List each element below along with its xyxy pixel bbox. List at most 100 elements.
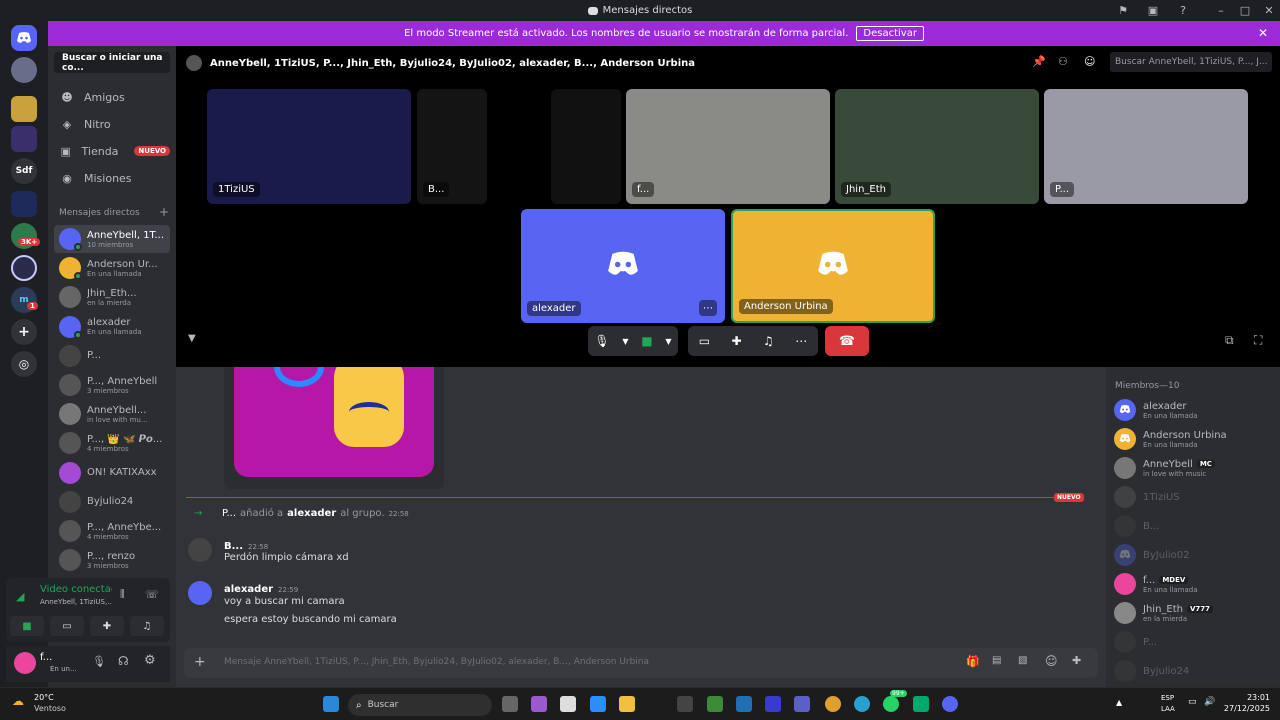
home-button[interactable] xyxy=(11,25,37,51)
member-item[interactable]: f... MDEV En una llamada xyxy=(1114,570,1276,598)
video-tile[interactable]: Jhin_Eth xyxy=(835,89,1039,204)
help-icon[interactable]: ? xyxy=(1176,3,1190,17)
weather-icon[interactable]: ☁ xyxy=(12,694,24,708)
nav-item-shop[interactable]: ▣ Tienda NUEVO xyxy=(54,139,170,163)
avatar[interactable] xyxy=(188,581,212,605)
minimize-button[interactable]: – xyxy=(1214,3,1228,17)
chevron-down-icon[interactable]: ▼ xyxy=(665,337,671,346)
apps-icon[interactable]: ✚ xyxy=(1072,654,1081,667)
headphones-icon[interactable]: ☊ xyxy=(118,654,129,668)
close-button[interactable]: ✕ xyxy=(1262,3,1276,17)
dm-item[interactable]: P..., AnneYbell 3 miembros xyxy=(54,371,170,399)
video-tile[interactable]: B... xyxy=(417,89,487,204)
settings-gear-icon[interactable]: ⚙ xyxy=(144,653,156,668)
chevron-up-icon[interactable]: ▲ xyxy=(1116,698,1122,707)
dm-item[interactable]: AnneYbell... in love with mu... xyxy=(54,400,170,428)
minecraft-icon[interactable] xyxy=(707,696,723,712)
members-icon[interactable]: ☺ xyxy=(1084,55,1095,68)
inbox-flag-icon[interactable]: ⚑ xyxy=(1116,3,1130,17)
dm-item[interactable]: P..., AnneYbe... 4 miembros xyxy=(54,517,170,545)
member-item[interactable]: B... xyxy=(1114,512,1276,540)
microphone-icon[interactable]: 🎙 xyxy=(594,334,609,348)
screen-share-button[interactable]: ▭ xyxy=(50,616,84,636)
discover-icon[interactable]: ◎ xyxy=(11,351,37,377)
activities-button[interactable]: ✚ xyxy=(90,616,124,636)
system-actor[interactable]: P... xyxy=(222,508,236,519)
weather-temp[interactable]: 20°C xyxy=(34,693,54,702)
member-item[interactable]: Jhin_Eth V777 en la mierda xyxy=(1114,599,1276,627)
avatar[interactable] xyxy=(14,652,36,674)
deactivate-button[interactable]: Desactivar xyxy=(856,26,924,41)
nav-item-quests[interactable]: ◉ Misiones xyxy=(54,166,170,190)
search-button[interactable]: Buscar o iniciar una co... xyxy=(54,52,170,73)
notification-icon[interactable]: ▣ xyxy=(1146,3,1160,17)
video-tile[interactable]: 1TiziUS xyxy=(207,89,411,204)
more-icon[interactable]: ⋯ xyxy=(795,334,807,348)
member-item[interactable]: alexader En una llamada xyxy=(1114,396,1276,424)
whatsapp-icon[interactable] xyxy=(883,696,899,712)
add-dm-icon[interactable]: + xyxy=(159,205,169,219)
language[interactable]: ESP xyxy=(1161,694,1174,702)
chrome-icon[interactable] xyxy=(825,696,841,712)
server-icon[interactable] xyxy=(11,255,37,281)
soundboard-icon[interactable]: ♫ xyxy=(763,334,774,348)
chevron-down-icon[interactable]: ▼ xyxy=(622,337,628,346)
member-item[interactable]: 1TiziUS xyxy=(1114,483,1276,511)
message-author[interactable]: B... xyxy=(224,541,243,552)
member-item[interactable]: P... xyxy=(1114,628,1276,656)
noise-icon[interactable]: ⫼ xyxy=(120,589,125,600)
camera-button[interactable]: ■ xyxy=(10,616,44,636)
disconnect-icon[interactable]: ☏ xyxy=(145,588,159,601)
dm-item[interactable]: P..., renzo 3 miembros xyxy=(54,546,170,574)
app-icon[interactable] xyxy=(677,696,693,712)
call-search-input[interactable]: Buscar AnneYbell, 1TiziUS, P..., J... xyxy=(1110,52,1272,72)
folder-icon[interactable] xyxy=(619,696,635,712)
gift-icon[interactable]: 🎁 xyxy=(966,655,980,668)
server-sdf[interactable]: Sdf xyxy=(11,158,37,184)
image-attachment[interactable] xyxy=(224,367,444,489)
pin-icon[interactable]: 📌 xyxy=(1032,55,1046,68)
video-tile[interactable]: P... xyxy=(1044,89,1248,204)
camera-icon[interactable]: ■ xyxy=(641,334,652,348)
attach-plus-icon[interactable]: + xyxy=(194,654,206,670)
windows-start-icon[interactable] xyxy=(323,696,339,712)
discord-icon[interactable] xyxy=(942,696,958,712)
dm-item[interactable]: Anderson Ur... En una llamada xyxy=(54,254,170,282)
add-server-button[interactable]: + xyxy=(11,319,37,345)
fullscreen-icon[interactable]: ⛶ xyxy=(1254,333,1262,348)
maximize-button[interactable]: □ xyxy=(1238,3,1252,17)
avatar-tile[interactable]: alexader ⋯ xyxy=(521,209,725,323)
server-icon[interactable] xyxy=(11,191,37,217)
dm-item[interactable]: ON! KATIXAxx xyxy=(54,459,170,487)
system-target[interactable]: alexader xyxy=(287,508,336,519)
activities-icon[interactable]: ✚ xyxy=(732,334,742,348)
copilot-icon[interactable] xyxy=(531,696,547,712)
server-icon[interactable] xyxy=(11,57,37,83)
vscode-icon[interactable] xyxy=(736,696,752,712)
task-view-icon[interactable] xyxy=(502,696,518,712)
dm-item[interactable]: P... xyxy=(54,342,170,370)
member-item[interactable]: Byjulio24 xyxy=(1114,657,1276,685)
more-options-icon[interactable]: ⋯ xyxy=(699,300,717,316)
network-icon[interactable]: ▭ xyxy=(1188,697,1197,707)
edge-icon[interactable] xyxy=(854,696,870,712)
voice-status[interactable]: Video conectad xyxy=(40,584,112,595)
dm-item[interactable]: Jhin_Eth... en la mierda xyxy=(54,283,170,311)
avatar[interactable] xyxy=(188,538,212,562)
soundboard-button[interactable]: ♫ xyxy=(130,616,164,636)
microphone-icon[interactable]: 🎙 xyxy=(92,655,106,668)
add-friends-icon[interactable]: ⚇ xyxy=(1058,55,1068,68)
nav-item-friends[interactable]: ☻ Amigos xyxy=(54,85,170,109)
avatar-tile[interactable]: Anderson Urbina xyxy=(731,209,935,323)
member-item[interactable]: Anderson Urbina En una llamada xyxy=(1114,425,1276,453)
member-item[interactable]: ByJulio02 xyxy=(1114,541,1276,569)
popout-icon[interactable]: ⧉ xyxy=(1225,333,1234,348)
video-tile[interactable]: f... xyxy=(626,89,830,204)
dm-item[interactable]: alexader En una llamada xyxy=(54,313,170,341)
taskbar-search[interactable]: ⌕ Buscar xyxy=(348,694,492,716)
teams-icon[interactable] xyxy=(794,696,810,712)
screen-share-icon[interactable]: ▭ xyxy=(699,334,710,348)
nav-item-nitro[interactable]: ◈ Nitro xyxy=(54,112,170,136)
close-icon[interactable]: ✕ xyxy=(1258,26,1268,40)
app-icon[interactable] xyxy=(913,696,929,712)
